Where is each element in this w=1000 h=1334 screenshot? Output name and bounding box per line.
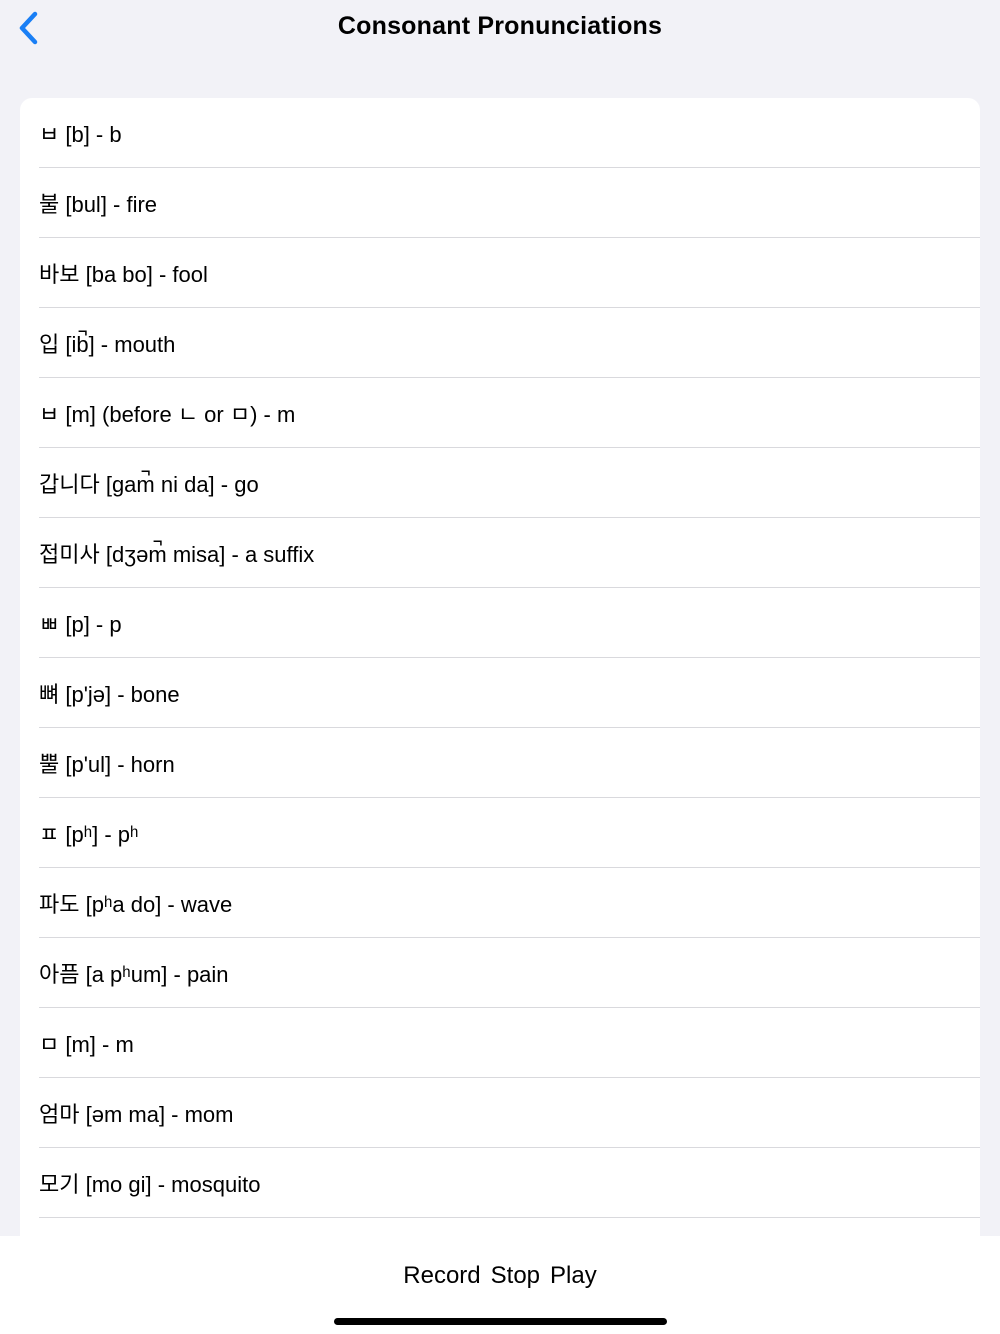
page-title: Consonant Pronunciations: [337, 12, 663, 40]
list-item-label: ㅁ [m] - m: [39, 1031, 134, 1057]
list-item[interactable]: ㅁ [m] - m: [39, 1008, 980, 1078]
list-item[interactable]: [39, 1218, 980, 1238]
home-indicator[interactable]: [334, 1318, 667, 1325]
stop-button[interactable]: Stop: [491, 1262, 540, 1290]
list-item-label: 모기 [mo gi] - mosquito: [39, 1171, 261, 1197]
list-item-label: 접미사 [dʒəm̚ misa] - a suffix: [39, 541, 315, 567]
audio-controls: Record Stop Play: [0, 1262, 1000, 1290]
list-item[interactable]: 아픔 [a pʰum] - pain: [39, 938, 980, 1008]
navigation-bar: Consonant Pronunciations: [0, 0, 1000, 60]
list-item[interactable]: 모기 [mo gi] - mosquito: [39, 1148, 980, 1218]
list-item[interactable]: ㅂ [m] (before ㄴ or ㅁ) - m: [39, 378, 980, 448]
list-item-label: 갑니다 [gam̚ ni da] - go: [39, 471, 259, 497]
list-item[interactable]: 불 [bul] - fire: [39, 168, 980, 238]
list-item-label: 뼈 [p'jə] - bone: [39, 681, 180, 707]
list-item-label: ㅂ [m] (before ㄴ or ㅁ) - m: [39, 401, 296, 427]
list-item-label: ㅃ [p] - p: [39, 611, 122, 637]
list-item[interactable]: 접미사 [dʒəm̚ misa] - a suffix: [39, 518, 980, 588]
bottom-toolbar: Record Stop Play: [0, 1236, 1000, 1334]
play-button[interactable]: Play: [550, 1262, 597, 1290]
list-item[interactable]: ㅂ [b] - b: [39, 98, 980, 168]
list-item[interactable]: 엄마 [əm ma] - mom: [39, 1078, 980, 1148]
list-item[interactable]: 뼈 [p'jə] - bone: [39, 658, 980, 728]
list-item[interactable]: 입 [ib̚] - mouth: [39, 308, 980, 378]
list-item[interactable]: ㅍ [pʰ] - pʰ: [39, 798, 980, 868]
list-item-label: ㅍ [pʰ] - pʰ: [39, 821, 139, 847]
list-item-label: 불 [bul] - fire: [39, 191, 158, 217]
list-item-label: 파도 [pʰa do] - wave: [39, 891, 233, 917]
list-item[interactable]: 파도 [pʰa do] - wave: [39, 868, 980, 938]
list-item[interactable]: 바보 [ba bo] - fool: [39, 238, 980, 308]
list-item[interactable]: 뿔 [p'ul] - horn: [39, 728, 980, 798]
list-item-label: 엄마 [əm ma] - mom: [39, 1101, 234, 1127]
record-button[interactable]: Record: [403, 1262, 480, 1290]
list-item-label: 바보 [ba bo] - fool: [39, 261, 208, 287]
list-item[interactable]: 갑니다 [gam̚ ni da] - go: [39, 448, 980, 518]
list-item[interactable]: ㅃ [p] - p: [39, 588, 980, 658]
list-item-label: 아픔 [a pʰum] - pain: [39, 961, 229, 987]
list-item-label: 입 [ib̚] - mouth: [39, 331, 176, 357]
list-item-label: 뿔 [p'ul] - horn: [39, 751, 175, 777]
pronunciation-list: ㅂ [b] - b 불 [bul] - fire 바보 [ba bo] - fo…: [20, 98, 980, 1238]
list-item-label: ㅂ [b] - b: [39, 121, 122, 147]
